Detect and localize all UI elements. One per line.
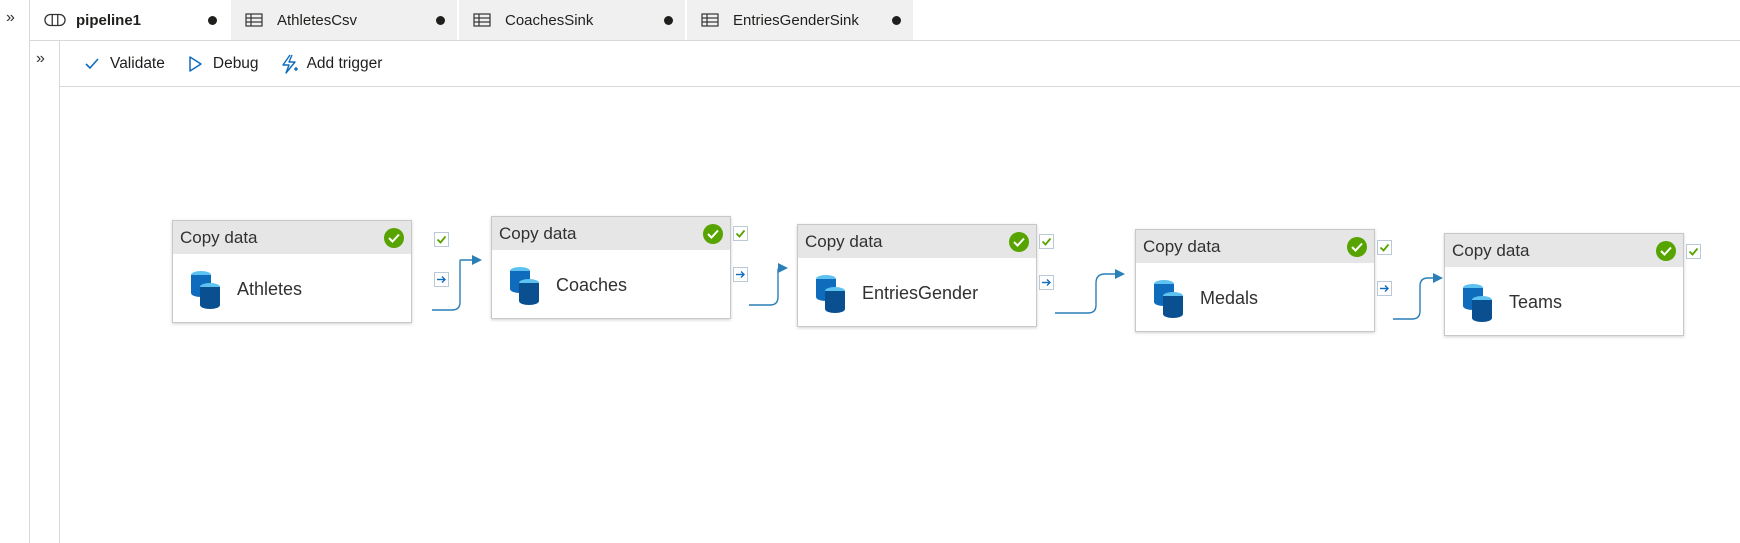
activity-name: Teams — [1509, 291, 1563, 312]
unsaved-dot-icon — [664, 16, 673, 25]
on-completion-port-icon[interactable] — [434, 272, 449, 287]
activity-body: Athletes — [173, 254, 411, 324]
on-success-port-icon[interactable] — [1686, 244, 1701, 259]
add-trigger-label: Add trigger — [306, 54, 383, 72]
database-icon — [510, 267, 539, 305]
unsaved-dot-icon — [208, 16, 217, 25]
on-completion-port-icon[interactable] — [733, 267, 748, 282]
activity-header: Copy data — [1136, 230, 1374, 263]
tab-athletescsv[interactable]: AthletesCsv — [231, 0, 457, 40]
tab-label: AthletesCsv — [277, 11, 358, 29]
activity-name: Athletes — [237, 278, 303, 299]
copy-activity-coaches[interactable]: Copy data Coaches — [491, 216, 731, 319]
copy-activity-teams[interactable]: Copy data Teams — [1444, 233, 1684, 336]
table-icon — [473, 12, 495, 28]
debug-label: Debug — [212, 54, 259, 72]
pipeline-icon — [44, 12, 66, 28]
pipeline-canvas[interactable]: Copy data Athletes Copy data Coaches Cop… — [60, 87, 1740, 543]
activity-header: Copy data — [1445, 234, 1683, 267]
validate-button[interactable]: Validate — [82, 54, 165, 74]
on-success-port-icon[interactable] — [733, 226, 748, 241]
activity-body: EntriesGender — [798, 258, 1036, 328]
unsaved-dot-icon — [892, 16, 901, 25]
checkmark-icon — [82, 54, 102, 74]
table-icon — [701, 12, 723, 28]
pipeline-toolbar: Validate Debug Add trigger — [60, 41, 1740, 87]
database-icon — [816, 275, 845, 313]
activity-body: Coaches — [492, 250, 730, 320]
activity-body: Teams — [1445, 267, 1683, 337]
database-icon — [1463, 284, 1492, 322]
add-trigger-button[interactable]: Add trigger — [279, 54, 383, 74]
activity-body: Medals — [1136, 263, 1374, 333]
activity-header: Copy data — [173, 221, 411, 254]
activities-rail: » — [30, 41, 60, 543]
tab-pipeline1[interactable]: pipeline1 — [30, 0, 229, 40]
lightning-icon — [279, 54, 299, 74]
on-success-port-icon[interactable] — [434, 232, 449, 247]
debug-button[interactable]: Debug — [185, 54, 259, 74]
database-icon — [191, 271, 220, 309]
activity-type: Copy data — [805, 231, 883, 251]
copy-activity-medals[interactable]: Copy data Medals — [1135, 229, 1375, 332]
left-rail: » — [0, 0, 30, 543]
activity-type: Copy data — [1143, 236, 1221, 256]
copy-activity-entriesgender[interactable]: Copy data EntriesGender — [797, 224, 1037, 327]
tab-entriesgendersink[interactable]: EntriesGenderSink — [687, 0, 913, 40]
activity-type: Copy data — [499, 223, 577, 243]
success-connector — [749, 263, 788, 306]
unsaved-dot-icon — [436, 16, 445, 25]
success-connector — [1055, 269, 1125, 314]
table-icon — [245, 12, 267, 28]
activity-header: Copy data — [492, 217, 730, 250]
on-success-port-icon[interactable] — [1039, 234, 1054, 249]
copy-activity-athletes[interactable]: Copy data Athletes — [172, 220, 412, 323]
on-success-port-icon[interactable] — [1377, 240, 1392, 255]
success-check-icon — [703, 224, 723, 244]
validate-label: Validate — [110, 54, 165, 72]
activity-name: Medals — [1200, 287, 1259, 308]
expand-chevron-icon[interactable]: » — [6, 10, 15, 26]
activity-type: Copy data — [1452, 240, 1530, 260]
success-check-icon — [1347, 237, 1367, 257]
on-completion-port-icon[interactable] — [1377, 281, 1392, 296]
activity-type: Copy data — [180, 227, 258, 247]
success-connector — [1393, 273, 1443, 320]
activity-name: EntriesGender — [862, 282, 979, 303]
success-check-icon — [1009, 232, 1029, 252]
tab-label: pipeline1 — [76, 11, 142, 29]
on-completion-port-icon[interactable] — [1039, 275, 1054, 290]
tab-coachessink[interactable]: CoachesSink — [459, 0, 685, 40]
success-check-icon — [1656, 241, 1676, 261]
tab-label: CoachesSink — [505, 11, 594, 29]
play-icon — [185, 54, 205, 74]
activity-header: Copy data — [798, 225, 1036, 258]
tab-label: EntriesGenderSink — [733, 11, 859, 29]
tab-bar: pipeline1 AthletesCsv CoachesSink Entrie… — [30, 0, 1740, 41]
database-icon — [1154, 280, 1183, 318]
activity-name: Coaches — [556, 274, 628, 295]
success-check-icon — [384, 228, 404, 248]
expand-activities-chevron-icon[interactable]: » — [36, 51, 45, 67]
